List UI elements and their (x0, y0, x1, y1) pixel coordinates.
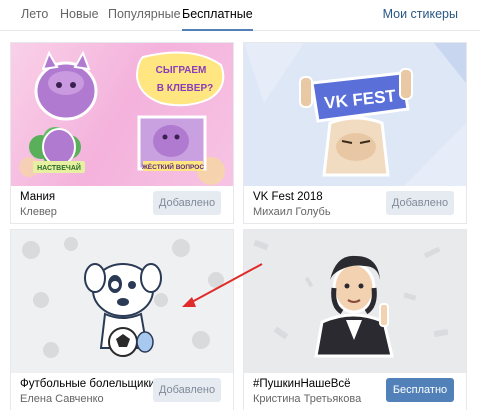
pack-title[interactable]: VK Fest 2018 (253, 191, 323, 203)
pack-author[interactable]: Елена Савченко (20, 393, 104, 405)
card-footer: VK Fest 2018 Михаил Голубь Добавлено (244, 186, 466, 223)
card-footer: Мания Клевер Добавлено (11, 186, 233, 223)
svg-text:НАСТВЕЧАЙ: НАСТВЕЧАЙ (37, 163, 81, 172)
mania-preview-art: НАСТВЕЧАЙ СЫГРАЕМ В КЛЕВЕР? ЖЁСТКИЙ ВОПР… (19, 50, 225, 185)
added-button[interactable]: Добавлено (386, 191, 454, 215)
card-footer: Футбольные болельщики Елена Савченко Доб… (11, 373, 233, 410)
pack-title[interactable]: #ПушкинНашеВсё (253, 378, 351, 390)
sticker-pack-preview[interactable]: VK FEST (244, 43, 466, 186)
vk-fest-sticker: VK FEST (299, 68, 413, 177)
speech-sticker: СЫГРАЕМ В КЛЕВЕР? (135, 51, 225, 107)
my-stickers-link[interactable]: Мои стикеры (383, 0, 458, 31)
added-button[interactable]: Добавлено (153, 378, 221, 402)
free-button[interactable]: Бесплатно (386, 378, 454, 402)
question-sticker: ЖЁСТКИЙ ВОПРОС (137, 115, 207, 171)
tabs-bar: Лето Новые Популярные Бесплатные Мои сти… (0, 0, 480, 31)
added-button[interactable]: Добавлено (153, 191, 221, 215)
sticker-pack-card[interactable]: НАСТВЕЧАЙ СЫГРАЕМ В КЛЕВЕР? ЖЁСТКИЙ ВОПР… (10, 42, 234, 224)
pack-author[interactable]: Клевер (20, 206, 57, 218)
pushkin-preview-art (253, 239, 449, 358)
dog-sticker (84, 263, 162, 357)
svg-text:СЫГРАЕМ: СЫГРАЕМ (156, 65, 207, 76)
tab-new[interactable]: Новые (60, 0, 99, 31)
sticker-pack-card[interactable]: #ПушкинНашеВсё Кристина Третьякова Беспл… (243, 229, 467, 410)
pack-title[interactable]: Мания (20, 191, 55, 203)
vkfest-preview-art: VK FEST (244, 43, 466, 186)
clover-sticker: НАСТВЕЧАЙ (29, 127, 85, 173)
pushkin-sticker (314, 255, 394, 358)
svg-text:ЖЁСТКИЙ ВОПРОС: ЖЁСТКИЙ ВОПРОС (141, 162, 204, 171)
pack-author[interactable]: Михаил Голубь (253, 206, 331, 218)
pack-author[interactable]: Кристина Третьякова (253, 393, 361, 405)
pack-title[interactable]: Футбольные болельщики (20, 378, 155, 390)
sticker-pack-preview[interactable]: НАСТВЕЧАЙ СЫГРАЕМ В КЛЕВЕР? ЖЁСТКИЙ ВОПР… (11, 43, 233, 186)
stickers-panel: Лето Новые Популярные Бесплатные Мои сти… (0, 0, 480, 410)
cat-sticker-1 (34, 50, 98, 121)
svg-text:В КЛЕВЕР?: В КЛЕВЕР? (157, 83, 213, 94)
sticker-pack-card[interactable]: Футбольные болельщики Елена Савченко Доб… (10, 229, 234, 410)
card-footer: #ПушкинНашеВсё Кристина Третьякова Беспл… (244, 373, 466, 410)
sticker-pack-preview[interactable] (11, 230, 233, 373)
sticker-pack-card[interactable]: VK FEST VK Fest 2018 Михаил Голубь Добав… (243, 42, 467, 224)
football-preview-art (22, 237, 224, 358)
tab-summer[interactable]: Лето (21, 0, 48, 31)
tab-free[interactable]: Бесплатные (182, 0, 253, 31)
sticker-pack-preview[interactable] (244, 230, 466, 373)
tab-popular[interactable]: Популярные (108, 0, 181, 31)
